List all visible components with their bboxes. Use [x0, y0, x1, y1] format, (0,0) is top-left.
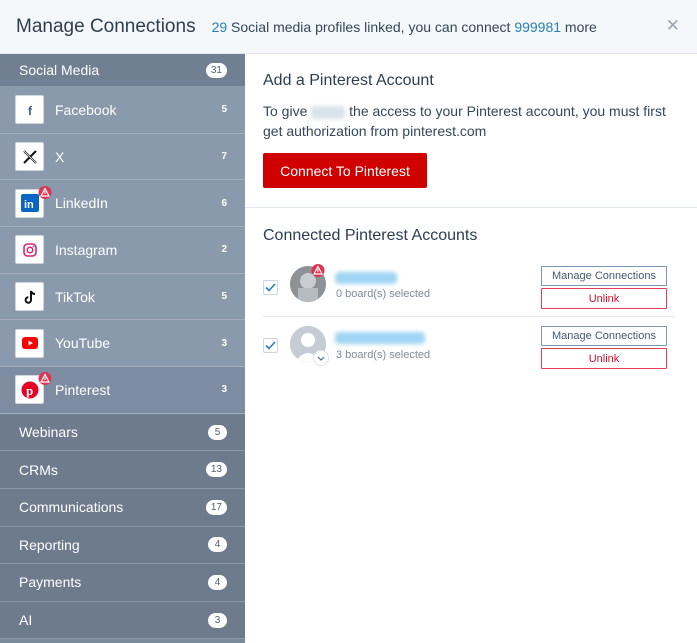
tiktok-icon	[15, 282, 44, 312]
chevron-down-icon[interactable]	[313, 350, 329, 366]
instagram-icon	[15, 235, 44, 265]
sidebar-item-count: 5	[221, 291, 227, 303]
sidebar-category-reporting[interactable]: Reporting 4	[0, 526, 245, 565]
category-count-badge: 4	[208, 574, 227, 590]
sidebar-item-count: 3	[221, 384, 227, 396]
sidebar-item-count: 5	[221, 104, 227, 116]
manage-connections-button[interactable]: Manage Connections	[541, 326, 667, 346]
svg-text:f: f	[28, 104, 33, 117]
connect-to-pinterest-button[interactable]: Connect To Pinterest	[263, 153, 427, 188]
add-account-title: Add a Pinterest Account	[263, 72, 434, 89]
boards-selected: 0 board(s) selected	[336, 288, 431, 300]
description-part-1: To give	[263, 103, 308, 119]
sidebar-item-count: 6	[221, 197, 227, 209]
warning-icon	[311, 264, 325, 277]
connection-summary: 29 Social media profiles linked, you can…	[212, 19, 597, 35]
sidebar-category-ai[interactable]: AI 3	[0, 601, 245, 640]
sidebar-item-pinterest[interactable]: p Pinterest 3	[0, 367, 245, 414]
category-label: Reporting	[19, 536, 80, 553]
sidebar-item-facebook[interactable]: f Facebook 5	[0, 87, 245, 134]
sidebar-item-instagram[interactable]: Instagram 2	[0, 227, 245, 274]
sidebar-item-tiktok[interactable]: TikTok 5	[0, 273, 245, 321]
sidebar-category-payments[interactable]: Payments 4	[0, 564, 245, 602]
account-row: 3 board(s) selected Manage Connections U…	[245, 318, 697, 374]
category-label: Payments	[19, 574, 82, 591]
sidebar-item-count: 3	[221, 337, 227, 349]
unlink-button[interactable]: Unlink	[541, 348, 667, 369]
modal-title: Manage Connections	[16, 15, 196, 37]
sidebar: Social Media 31 f Facebook 5 X 7 in Link…	[0, 54, 245, 643]
category-label: Social Media	[19, 62, 100, 78]
modal-header: Manage Connections 29 Social media profi…	[0, 0, 697, 54]
sidebar-item-label: Instagram	[55, 241, 118, 258]
sidebar-item-label: Pinterest	[55, 381, 111, 398]
sidebar-item-label: YouTube	[55, 335, 111, 352]
boards-selected: 3 board(s) selected	[336, 349, 431, 361]
row-divider	[263, 316, 675, 317]
sidebar-item-label: X	[55, 148, 65, 165]
connected-accounts-title: Connected Pinterest Accounts	[263, 227, 478, 244]
account-row: 0 board(s) selected Manage Connections U…	[245, 258, 697, 314]
account-name-redacted	[335, 272, 397, 284]
main-panel: Add a Pinterest Account To give the acce…	[245, 54, 697, 643]
svg-text:in: in	[24, 199, 34, 211]
linkedin-icon: in	[15, 185, 52, 218]
sidebar-category-communications[interactable]: Communications 17	[0, 489, 245, 527]
sidebar-item-label: TikTok	[55, 288, 95, 305]
sidebar-item-label: Facebook	[55, 101, 117, 118]
manage-connections-button[interactable]: Manage Connections	[541, 266, 667, 286]
category-count-badge: 4	[208, 537, 227, 553]
redacted-app-name	[311, 105, 346, 119]
youtube-icon	[15, 328, 44, 358]
sidebar-category-social-media[interactable]: Social Media 31	[0, 54, 245, 87]
category-label: CRMs	[19, 461, 58, 478]
sidebar-item-count: 7	[221, 151, 227, 163]
pinterest-icon: p	[15, 372, 52, 405]
account-checkbox[interactable]	[263, 280, 278, 295]
warning-icon	[38, 185, 52, 199]
sidebar-category-crms[interactable]: CRMs 13	[0, 451, 245, 489]
add-account-description: To give the access to your Pinterest acc…	[263, 101, 673, 141]
category-count-badge: 5	[208, 424, 227, 440]
category-label: AI	[19, 612, 33, 629]
category-label: Communications	[19, 499, 124, 516]
warning-icon	[38, 372, 52, 386]
remaining-count: 999981	[514, 18, 562, 35]
account-checkbox[interactable]	[263, 338, 278, 353]
sidebar-item-x[interactable]: X 7	[0, 133, 245, 181]
category-count-badge: 13	[205, 462, 227, 478]
category-label: Webinars	[19, 424, 78, 441]
category-count-badge: 17	[205, 499, 227, 515]
sidebar-item-label: LinkedIn	[55, 195, 108, 212]
sidebar-category-webinars[interactable]: Webinars 5	[0, 413, 245, 452]
close-icon[interactable]: ✕	[666, 16, 680, 36]
svg-text:p: p	[26, 383, 33, 398]
sidebar-item-linkedin[interactable]: in LinkedIn 6	[0, 180, 245, 228]
category-count-badge: 31	[205, 62, 227, 78]
manage-connections-modal: Manage Connections 29 Social media profi…	[0, 0, 697, 643]
section-divider	[245, 207, 697, 208]
facebook-icon: f	[15, 95, 44, 125]
remaining-text: more	[561, 18, 597, 35]
category-count-badge: 3	[208, 612, 227, 628]
sidebar-item-youtube[interactable]: YouTube 3	[0, 320, 245, 368]
unlink-button[interactable]: Unlink	[541, 288, 667, 309]
linked-count: 29	[211, 18, 228, 35]
x-icon	[15, 142, 44, 172]
sidebar-item-count: 2	[221, 244, 227, 256]
account-name-redacted	[335, 332, 425, 344]
linked-text: Social media profiles linked, you can co…	[227, 18, 515, 35]
